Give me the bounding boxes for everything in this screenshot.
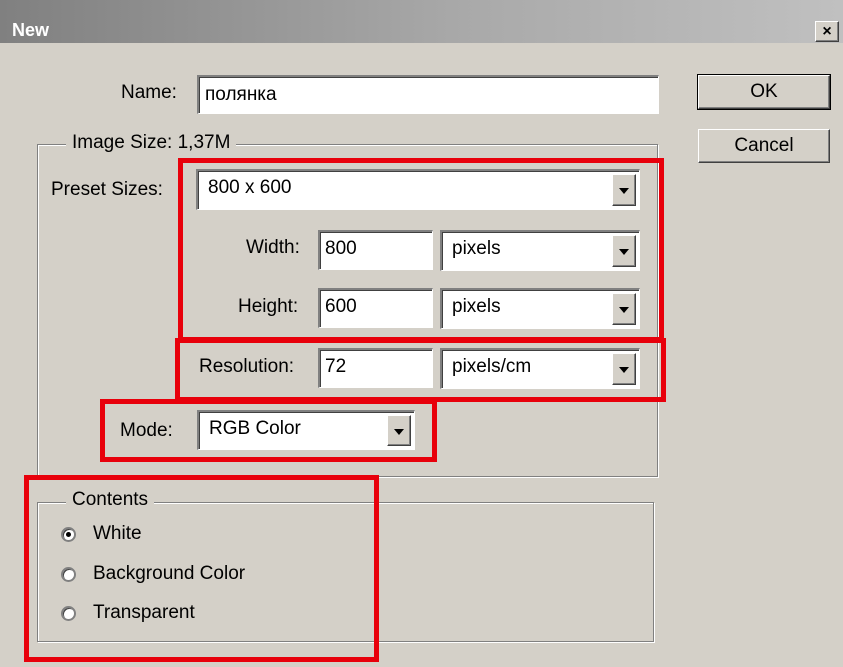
width-unit-value: pixels bbox=[452, 238, 501, 259]
image-size-title: Image Size: 1,37M bbox=[66, 132, 237, 154]
resolution-label: Resolution: bbox=[199, 356, 295, 377]
transparent-radio[interactable] bbox=[61, 606, 76, 621]
background-color-option-label[interactable]: Background Color bbox=[93, 563, 245, 585]
width-label: Width: bbox=[246, 237, 300, 258]
chevron-down-icon[interactable] bbox=[612, 293, 636, 325]
cancel-button[interactable]: Cancel bbox=[698, 129, 830, 163]
width-input[interactable]: 800 bbox=[318, 230, 433, 270]
preset-sizes-label: Preset Sizes: bbox=[51, 179, 163, 200]
name-label: Name: bbox=[121, 82, 177, 103]
preset-sizes-select[interactable]: 800 x 600 bbox=[196, 169, 640, 210]
height-label: Height: bbox=[238, 296, 299, 317]
resolution-unit-select[interactable]: pixels/cm bbox=[440, 348, 640, 389]
height-unit-select[interactable]: pixels bbox=[440, 288, 640, 329]
height-unit-value: pixels bbox=[452, 296, 501, 317]
contents-title: Contents bbox=[66, 489, 155, 511]
transparent-option-label[interactable]: Transparent bbox=[93, 602, 195, 624]
mode-value: RGB Color bbox=[209, 418, 301, 439]
close-icon: × bbox=[822, 23, 832, 40]
chevron-down-icon[interactable] bbox=[612, 353, 636, 385]
title-bar: New × bbox=[0, 0, 843, 43]
chevron-down-icon[interactable] bbox=[612, 235, 636, 267]
preset-sizes-value: 800 x 600 bbox=[208, 177, 292, 198]
name-input[interactable]: полянка bbox=[197, 75, 659, 114]
window-title: New bbox=[12, 20, 50, 40]
resolution-input[interactable]: 72 bbox=[318, 348, 433, 388]
chevron-down-icon[interactable] bbox=[387, 415, 411, 446]
width-unit-select[interactable]: pixels bbox=[440, 230, 640, 271]
ok-button[interactable]: OK bbox=[697, 74, 831, 110]
resolution-unit-value: pixels/cm bbox=[452, 356, 532, 377]
white-option-label[interactable]: White bbox=[93, 523, 142, 545]
chevron-down-icon[interactable] bbox=[612, 174, 636, 206]
height-input[interactable]: 600 bbox=[318, 288, 433, 328]
mode-label: Mode: bbox=[120, 420, 173, 441]
white-radio[interactable] bbox=[61, 527, 76, 542]
mode-select[interactable]: RGB Color bbox=[197, 410, 415, 450]
background-color-radio[interactable] bbox=[61, 567, 76, 582]
close-button[interactable]: × bbox=[815, 21, 839, 42]
